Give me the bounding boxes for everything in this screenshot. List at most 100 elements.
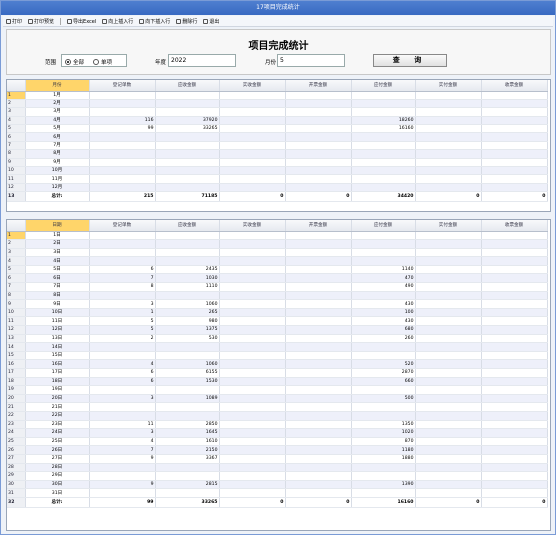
data-cell[interactable] — [89, 256, 156, 266]
data-cell[interactable] — [481, 325, 548, 335]
data-cell[interactable] — [415, 291, 482, 301]
data-cell[interactable] — [481, 454, 548, 464]
row-number[interactable]: 29 — [7, 471, 26, 481]
data-cell[interactable] — [415, 377, 482, 387]
data-cell[interactable] — [481, 183, 548, 193]
data-cell[interactable] — [285, 141, 352, 151]
data-cell[interactable] — [219, 471, 286, 481]
data-cell[interactable] — [415, 149, 482, 159]
data-cell[interactable] — [89, 463, 156, 473]
data-cell[interactable]: 1030 — [155, 273, 220, 284]
data-cell[interactable] — [481, 385, 548, 395]
table-row[interactable]: 23 23日 11 2850 1350 — [7, 420, 548, 430]
data-cell[interactable] — [351, 158, 416, 168]
table-row[interactable]: 30 30日 9 2815 1390 — [7, 480, 548, 490]
row-number[interactable]: 6 — [7, 132, 26, 142]
print-preview-button[interactable]: 打印预览 — [28, 18, 54, 25]
data-cell[interactable]: 6 — [89, 265, 156, 275]
data-cell[interactable] — [351, 132, 416, 142]
data-cell[interactable]: 1060 — [155, 299, 220, 309]
data-cell[interactable] — [415, 437, 482, 447]
data-cell[interactable]: 2870 — [351, 368, 416, 378]
data-cell[interactable] — [285, 99, 352, 109]
column-header[interactable]: 实付金额 — [415, 220, 482, 232]
data-cell[interactable] — [481, 308, 548, 318]
scope-all-radio[interactable]: 全部 — [65, 58, 84, 66]
table-row[interactable]: 8 8日 — [7, 291, 548, 301]
data-cell[interactable] — [481, 158, 548, 168]
data-cell[interactable] — [351, 488, 416, 498]
data-cell[interactable] — [285, 299, 352, 309]
data-cell[interactable] — [285, 454, 352, 464]
data-cell[interactable] — [89, 158, 156, 168]
data-cell[interactable] — [415, 402, 482, 412]
year-input[interactable]: 2022 — [168, 54, 236, 67]
row-number[interactable]: 12 — [7, 183, 26, 193]
data-cell[interactable] — [89, 141, 156, 151]
data-cell[interactable] — [219, 420, 286, 430]
column-header[interactable]: 登记单数 — [89, 220, 156, 232]
data-cell[interactable] — [415, 411, 482, 421]
table-row[interactable]: 31 31日 — [7, 488, 548, 498]
data-cell[interactable] — [351, 342, 416, 352]
row-number[interactable]: 5 — [7, 265, 26, 275]
data-cell[interactable] — [285, 107, 352, 117]
data-cell[interactable] — [155, 166, 220, 176]
data-cell[interactable] — [285, 91, 352, 100]
table-row[interactable]: 4 4月 116 37920 18260 — [7, 116, 548, 126]
data-cell[interactable] — [219, 149, 286, 159]
row-number[interactable]: 10 — [7, 166, 26, 176]
data-cell[interactable] — [285, 342, 352, 352]
data-cell[interactable] — [415, 420, 482, 430]
data-cell[interactable] — [351, 174, 416, 184]
data-cell[interactable] — [219, 299, 286, 309]
row-number[interactable]: 27 — [7, 454, 26, 464]
data-cell[interactable] — [89, 471, 156, 481]
data-cell[interactable] — [155, 107, 220, 117]
data-cell[interactable] — [285, 420, 352, 430]
data-cell[interactable] — [219, 437, 286, 447]
data-cell[interactable] — [481, 116, 548, 126]
row-number[interactable]: 21 — [7, 402, 26, 412]
data-cell[interactable]: 1089 — [155, 394, 220, 404]
row-number[interactable]: 1 — [7, 91, 26, 100]
data-cell[interactable] — [481, 402, 548, 412]
data-cell[interactable] — [285, 437, 352, 447]
data-cell[interactable] — [285, 316, 352, 327]
data-cell[interactable] — [481, 368, 548, 378]
table-row[interactable]: 8 8月 — [7, 149, 548, 159]
data-cell[interactable] — [351, 149, 416, 159]
data-cell[interactable] — [155, 402, 220, 412]
table-row[interactable]: 7 7日 8 1110 490 — [7, 282, 548, 292]
data-cell[interactable] — [285, 124, 352, 134]
data-cell[interactable] — [285, 256, 352, 266]
row-number[interactable]: 26 — [7, 445, 26, 455]
data-cell[interactable] — [415, 132, 482, 142]
data-cell[interactable] — [285, 445, 352, 455]
data-cell[interactable] — [89, 183, 156, 193]
data-cell[interactable] — [219, 256, 286, 266]
data-cell[interactable] — [155, 141, 220, 151]
data-cell[interactable] — [219, 463, 286, 473]
data-cell[interactable] — [415, 166, 482, 176]
data-cell[interactable] — [415, 116, 482, 126]
data-cell[interactable]: 2435 — [155, 265, 220, 275]
data-cell[interactable]: 1880 — [351, 454, 416, 464]
table-row[interactable]: 9 9日 3 1060 430 — [7, 299, 548, 309]
data-cell[interactable] — [219, 231, 286, 241]
row-number[interactable]: 19 — [7, 385, 26, 395]
data-cell[interactable] — [481, 342, 548, 352]
data-cell[interactable] — [285, 325, 352, 335]
data-cell[interactable] — [155, 158, 220, 168]
data-cell[interactable] — [415, 368, 482, 378]
data-cell[interactable]: 490 — [351, 282, 416, 292]
data-cell[interactable] — [481, 471, 548, 481]
data-cell[interactable]: 430 — [351, 299, 416, 309]
data-cell[interactable] — [285, 488, 352, 498]
data-cell[interactable] — [155, 248, 220, 258]
data-cell[interactable] — [219, 132, 286, 142]
data-cell[interactable]: 16160 — [351, 124, 416, 134]
data-cell[interactable] — [155, 183, 220, 193]
table-row[interactable]: 16 16日 4 1060 520 — [7, 359, 548, 369]
column-header[interactable]: 开票金额 — [285, 80, 352, 92]
